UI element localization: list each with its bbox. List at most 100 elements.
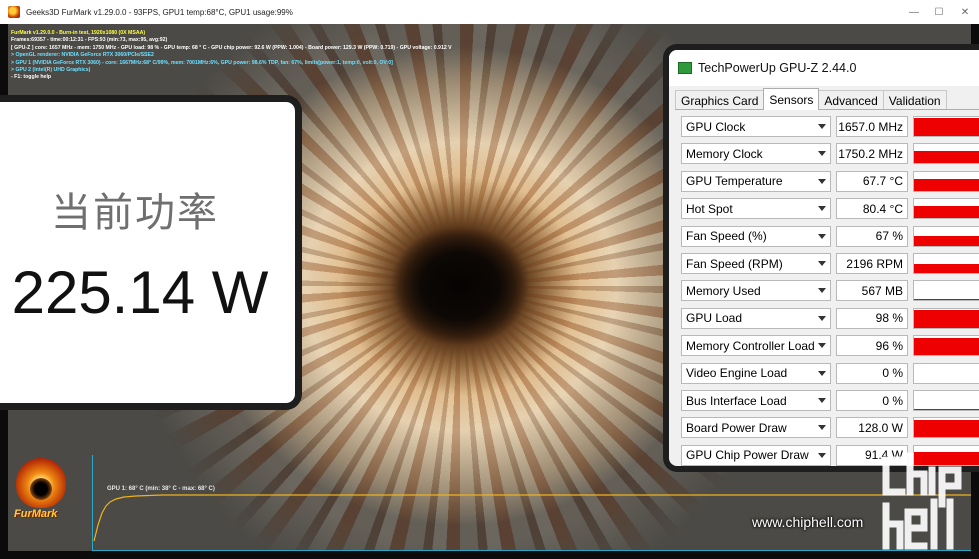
sensor-value: 67.7 °C xyxy=(836,170,908,192)
sensor-row: GPU Temperature 67.7 °C xyxy=(669,168,979,195)
dropdown-arrow-icon[interactable] xyxy=(818,315,826,321)
sensor-graph-fill xyxy=(914,117,979,136)
overlay-line: > GPU 1 (NVIDIA GeForce RTX 3060) - core… xyxy=(11,59,393,66)
maximize-button[interactable]: ☐ xyxy=(925,0,953,24)
sensor-value: 2196 RPM xyxy=(836,253,908,274)
sensor-graph-fill xyxy=(914,299,979,301)
sensor-row: Fan Speed (RPM) 2196 RPM xyxy=(669,250,979,277)
dropdown-arrow-icon[interactable] xyxy=(818,370,826,376)
overlay-line: > GPU 2 (Intel(R) UHD Graphics) xyxy=(11,66,91,73)
tab-advanced[interactable]: Advanced xyxy=(818,90,884,110)
furmark-window: Geeks3D FurMark v1.29.0.0 - 93FPS, GPU1 … xyxy=(0,0,979,559)
gpuz-window: TechPowerUp GPU-Z 2.44.0 Graphics Card Se… xyxy=(663,44,979,472)
overlay-line: > OpenGL renderer: NVIDIA GeForce RTX 30… xyxy=(11,52,154,59)
sensor-name: Memory Clock xyxy=(686,146,763,161)
sensor-graph-fill xyxy=(914,420,979,438)
tab-validation[interactable]: Validation xyxy=(882,90,947,110)
tab-divider xyxy=(675,109,979,110)
sensor-graph xyxy=(913,335,979,357)
sensor-graph xyxy=(913,280,979,302)
sensor-graph-fill xyxy=(914,179,979,191)
sensor-graph-fill xyxy=(914,151,979,164)
sensor-value: 96 % xyxy=(836,335,908,357)
dropdown-arrow-icon[interactable] xyxy=(818,233,826,239)
sensor-name-dropdown[interactable]: Bus Interface Load xyxy=(681,390,831,411)
dropdown-arrow-icon[interactable] xyxy=(818,425,826,431)
minimize-button[interactable]: — xyxy=(900,0,928,24)
sensor-row: Board Power Draw 128.0 W xyxy=(669,414,979,441)
dropdown-arrow-icon[interactable] xyxy=(818,343,826,349)
furmark-logo-text: FurMark xyxy=(14,508,58,520)
sensor-row: Fan Speed (%) 67 % xyxy=(669,223,979,250)
sensor-graph xyxy=(913,143,979,165)
sensor-row: Hot Spot 80.4 °C xyxy=(669,195,979,222)
sensor-row: Memory Clock 1750.2 MHz xyxy=(669,140,979,167)
sensor-graph xyxy=(913,116,979,137)
gpuz-title-bar[interactable]: TechPowerUp GPU-Z 2.44.0 xyxy=(669,50,979,86)
sensor-name: GPU Chip Power Draw xyxy=(686,448,809,463)
sensor-value: 567 MB xyxy=(836,280,908,302)
sensor-name-dropdown[interactable]: Memory Controller Load xyxy=(681,335,831,357)
sensor-value: 1657.0 MHz xyxy=(836,116,908,137)
sensor-graph-fill xyxy=(914,263,979,273)
sensor-row: Video Engine Load 0 % xyxy=(669,360,979,387)
sensor-row: Memory Used 567 MB xyxy=(669,277,979,304)
sensor-graph xyxy=(913,225,979,247)
overlay-line: - F1: toggle help xyxy=(11,74,52,81)
dropdown-arrow-icon[interactable] xyxy=(818,178,826,184)
sensor-graph-fill xyxy=(914,409,979,410)
sensor-name-dropdown[interactable]: Fan Speed (%) xyxy=(681,225,831,247)
sensor-name-dropdown[interactable]: GPU Chip Power Draw xyxy=(681,444,831,466)
sensor-graph xyxy=(913,170,979,192)
sensor-name: GPU Clock xyxy=(686,119,746,134)
dropdown-arrow-icon[interactable] xyxy=(818,398,826,403)
overlay-line: Frames:69357 - time:00:12:31 - FPS:93 (m… xyxy=(11,37,168,44)
sensor-name: Fan Speed (RPM) xyxy=(686,256,783,271)
sensor-name: Board Power Draw xyxy=(686,420,787,435)
title-bar[interactable]: Geeks3D FurMark v1.29.0.0 - 93FPS, GPU1 … xyxy=(0,0,979,24)
tab-sensors[interactable]: Sensors xyxy=(763,88,820,110)
dropdown-arrow-icon[interactable] xyxy=(818,288,826,294)
sensor-row: Memory Controller Load 96 % xyxy=(669,332,979,359)
tab-graphics-card[interactable]: Graphics Card xyxy=(675,90,765,110)
power-label: 当前功率 xyxy=(51,190,219,236)
sensor-name-dropdown[interactable]: Video Engine Load xyxy=(681,362,831,384)
sensor-row: Bus Interface Load 0 % xyxy=(669,387,979,414)
sensor-row: GPU Load 98 % xyxy=(669,305,979,332)
furmark-app-icon xyxy=(8,6,20,18)
sensor-name: GPU Temperature xyxy=(686,174,783,189)
furmark-logo: FurMark xyxy=(10,456,82,526)
sensor-name-dropdown[interactable]: GPU Clock xyxy=(681,116,831,137)
sensor-name-dropdown[interactable]: GPU Load xyxy=(681,307,831,329)
sensor-graph xyxy=(913,417,979,439)
dropdown-arrow-icon[interactable] xyxy=(818,261,826,266)
sensor-value: 98 % xyxy=(836,307,908,329)
sensor-name: Memory Controller Load xyxy=(686,338,815,353)
dropdown-arrow-icon[interactable] xyxy=(818,206,826,212)
sensor-value: 128.0 W xyxy=(836,417,908,439)
sensor-graph-fill xyxy=(914,309,979,328)
sensor-graph xyxy=(913,307,979,329)
sensor-name-dropdown[interactable]: GPU Temperature xyxy=(681,170,831,192)
sensor-name-dropdown[interactable]: Board Power Draw xyxy=(681,417,831,439)
sensor-name-dropdown[interactable]: Fan Speed (RPM) xyxy=(681,253,831,274)
gpuz-title: TechPowerUp GPU-Z 2.44.0 xyxy=(698,61,857,75)
sensor-name-dropdown[interactable]: Memory Used xyxy=(681,280,831,302)
sensor-name: Memory Used xyxy=(686,283,761,298)
sensor-row: GPU Clock 1657.0 MHz xyxy=(669,113,979,140)
overlay-line: [ GPU-Z ] core: 1657 MHz - mem: 1750 MHz… xyxy=(11,44,452,51)
sensor-graph-fill xyxy=(914,205,979,219)
sensor-name-dropdown[interactable]: Hot Spot xyxy=(681,198,831,220)
dropdown-arrow-icon[interactable] xyxy=(818,151,826,157)
overlay-line: FurMark v1.29.0.0 - Burn-in test, 1920x1… xyxy=(11,30,146,36)
dropdown-arrow-icon[interactable] xyxy=(818,124,826,129)
sensor-name: Video Engine Load xyxy=(686,366,788,381)
sensor-name-dropdown[interactable]: Memory Clock xyxy=(681,143,831,165)
close-button[interactable]: ✕ xyxy=(951,0,979,24)
watermark-url: www.chiphell.com xyxy=(752,514,864,530)
dropdown-arrow-icon[interactable] xyxy=(818,452,826,458)
sensor-graph xyxy=(913,198,979,220)
sensor-value: 67 % xyxy=(836,225,908,247)
sensor-name: Fan Speed (%) xyxy=(686,229,767,244)
sensor-graph xyxy=(913,253,979,274)
